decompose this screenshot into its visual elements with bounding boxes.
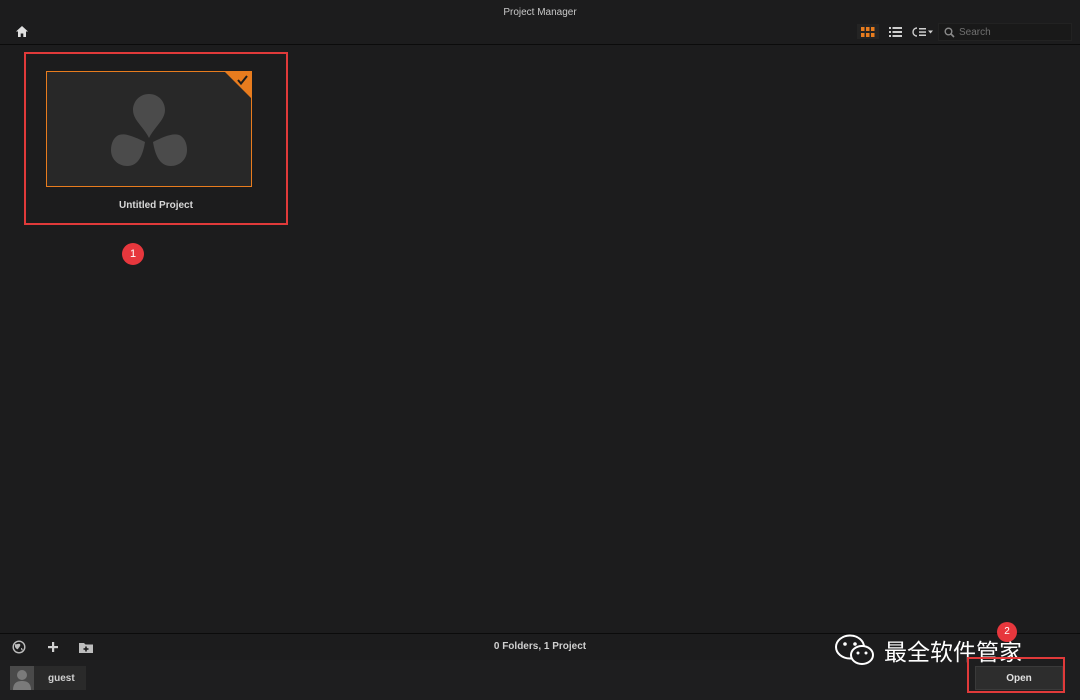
annotation-marker-2: 2 bbox=[997, 622, 1017, 642]
home-icon bbox=[16, 26, 28, 37]
list-view-button[interactable] bbox=[887, 24, 903, 39]
search-input[interactable] bbox=[955, 26, 1059, 38]
list-view-icon bbox=[888, 26, 902, 37]
wechat-icon bbox=[835, 634, 874, 665]
title-bar: Project Manager bbox=[0, 0, 1080, 45]
project-browser: Untitled Project 1 bbox=[0, 45, 1080, 633]
open-button[interactable]: Open bbox=[975, 666, 1063, 690]
home-button[interactable] bbox=[15, 25, 31, 39]
project-name: Untitled Project bbox=[119, 200, 193, 211]
user-name: guest bbox=[48, 672, 75, 684]
annotation-marker-1: 1 bbox=[122, 243, 144, 265]
project-thumbnail[interactable] bbox=[46, 71, 252, 187]
search-icon bbox=[944, 27, 955, 38]
grid-view-button[interactable] bbox=[857, 24, 879, 39]
window-title: Project Manager bbox=[503, 7, 577, 18]
user-silhouette-icon bbox=[13, 670, 31, 690]
selected-check-icon bbox=[225, 72, 251, 98]
watermark: 最全软件管家 bbox=[834, 633, 1022, 667]
resolve-logo-icon bbox=[111, 94, 187, 166]
sort-button[interactable] bbox=[911, 24, 935, 39]
avatar bbox=[10, 666, 34, 690]
grid-view-icon bbox=[861, 26, 875, 37]
user-switcher[interactable]: guest bbox=[10, 666, 86, 690]
sort-icon bbox=[912, 26, 933, 37]
search-box[interactable] bbox=[938, 23, 1072, 41]
project-card[interactable]: Untitled Project bbox=[24, 52, 288, 225]
